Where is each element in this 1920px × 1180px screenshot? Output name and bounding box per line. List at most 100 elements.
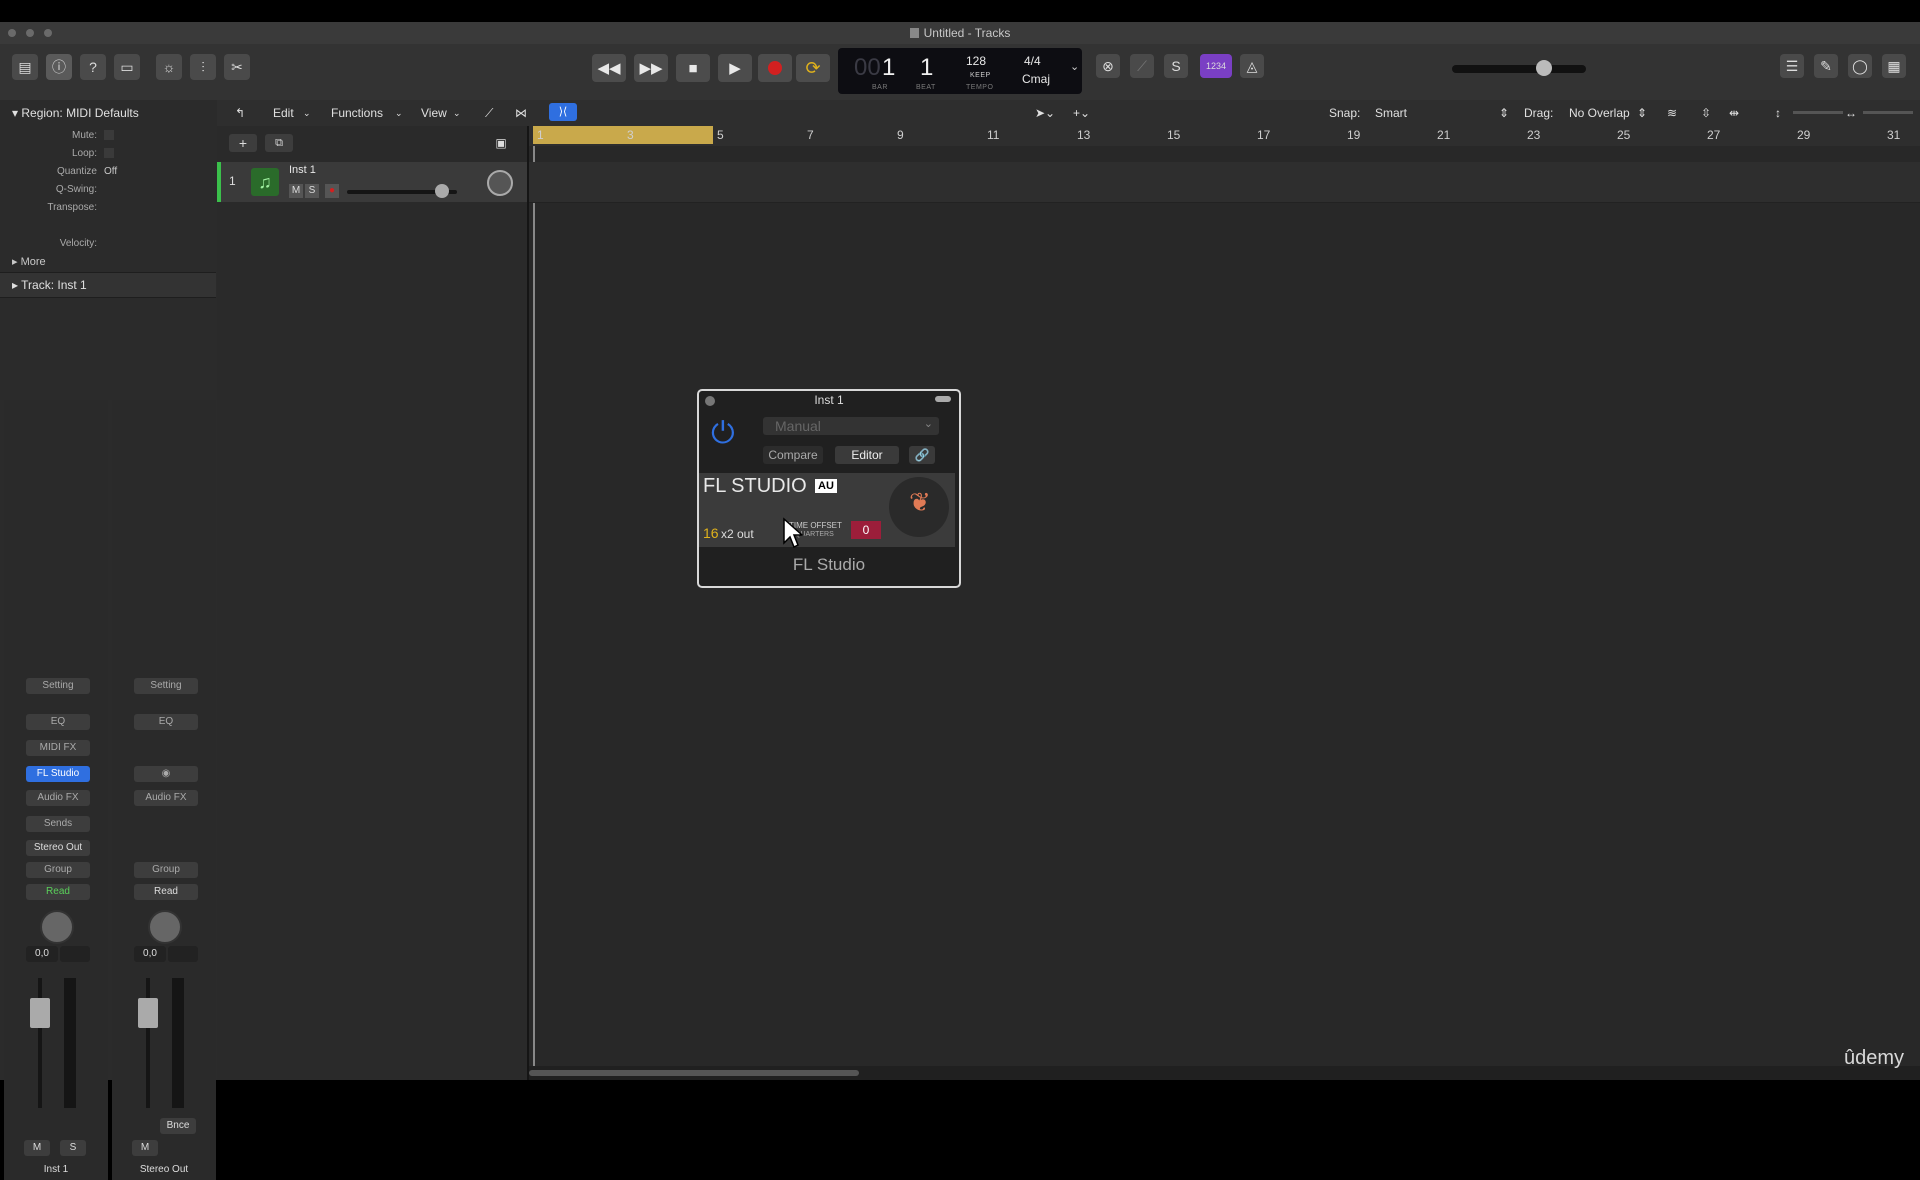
functions-menu[interactable]: Functions (331, 106, 383, 120)
smart-controls-button[interactable]: ☼ (156, 54, 182, 80)
setting-button[interactable]: Setting (134, 678, 198, 694)
eq-button[interactable]: EQ (26, 714, 90, 730)
horizontal-scrollbar[interactable] (529, 1066, 1920, 1080)
power-icon[interactable]: ⏻ (711, 417, 735, 451)
vertical-zoom-slider[interactable] (1793, 111, 1843, 114)
mute-button[interactable]: M (132, 1140, 158, 1156)
cycle-region[interactable] (533, 126, 713, 144)
quantize-select[interactable]: Off (104, 166, 117, 177)
pan-knob[interactable] (148, 910, 182, 944)
vertical-zoom-icon[interactable]: ↕ (1775, 106, 1781, 120)
midi-fx-slot[interactable]: MIDI FX (26, 740, 90, 756)
track-record-button[interactable]: ● (325, 184, 339, 198)
solo-button[interactable]: S (1164, 54, 1188, 78)
audio-fx-slot[interactable]: Audio FX (26, 790, 90, 806)
automation-mode[interactable]: Read (26, 884, 90, 900)
stop-button[interactable]: ■ (676, 54, 710, 82)
mixer-button[interactable]: ⫶ (190, 54, 216, 80)
drag-select[interactable]: No Overlap (1569, 106, 1630, 120)
compare-button[interactable]: Compare (763, 446, 823, 464)
plugin-window[interactable]: Inst 1 ⏻ Manual ⌄ Compare Editor 🔗 FL ST… (697, 389, 961, 588)
flex-icon[interactable]: ⋈ (515, 106, 527, 120)
track-solo-button[interactable]: S (305, 184, 319, 198)
fit-vertical-icon[interactable]: ⇳ (1701, 106, 1711, 120)
link-icon[interactable]: ◉ (134, 766, 198, 782)
loop-browser-button[interactable]: ◯ (1848, 54, 1872, 78)
track-section-header[interactable]: ▸ Track: Inst 1 (0, 272, 216, 298)
setting-button[interactable]: Setting (26, 678, 90, 694)
cycle-button[interactable]: ⟳ (796, 54, 830, 82)
master-volume-slider[interactable] (1452, 60, 1586, 76)
volume-fader-handle[interactable] (138, 998, 158, 1028)
group-slot[interactable]: Group (134, 862, 198, 878)
preset-select[interactable]: Manual ⌄ (763, 417, 939, 435)
region-section-header[interactable]: ▾ Region: MIDI Defaults (12, 106, 139, 120)
arrange-area[interactable]: 1 3 5 7 9 11 13 15 17 19 21 23 25 27 29 … (529, 126, 1920, 1080)
edit-menu[interactable]: Edit (273, 106, 294, 120)
rewind-button[interactable]: ◀◀ (592, 54, 626, 82)
browsers-button[interactable]: ▦ (1882, 54, 1906, 78)
audio-fx-slot[interactable]: Audio FX (134, 790, 198, 806)
bar-ruler[interactable]: 1 3 5 7 9 11 13 15 17 19 21 23 25 27 29 … (529, 126, 1920, 146)
pointer-tool-icon[interactable]: ➤⌄ (1035, 106, 1055, 120)
horizontal-zoom-icon[interactable]: ↔ (1845, 106, 1857, 120)
back-arrow-icon[interactable]: ↰ (235, 106, 245, 120)
waveform-zoom-icon[interactable]: ≋ (1667, 106, 1677, 120)
editors-button[interactable]: ✂ (224, 54, 250, 80)
fit-horizontal-icon[interactable]: ⇹ (1729, 106, 1739, 120)
metronome-button[interactable]: ◬ (1240, 54, 1264, 78)
eq-button[interactable]: EQ (134, 714, 198, 730)
secondary-tool-icon[interactable]: +⌄ (1073, 106, 1090, 120)
lcd-display[interactable]: 00 1 BAR 1 BEAT 128 KEEP TEMPO 4/4 Cmaj (838, 48, 1082, 94)
track-lane[interactable] (529, 162, 1920, 203)
editor-select[interactable]: Editor (835, 446, 899, 464)
solo-button[interactable]: S (60, 1140, 86, 1156)
track-volume-handle[interactable] (435, 184, 449, 198)
list-editors-button[interactable]: ☰ (1780, 54, 1804, 78)
ruler-mark: 17 (1257, 128, 1271, 142)
mute-button[interactable]: M (24, 1140, 50, 1156)
mute-checkbox[interactable] (104, 130, 114, 140)
link-icon[interactable]: 🔗 (909, 446, 935, 464)
duplicate-track-button[interactable]: ⧉ (265, 134, 293, 152)
snap-select[interactable]: Smart (1375, 106, 1407, 120)
fast-forward-button[interactable]: ▶▶ (634, 54, 668, 82)
playhead[interactable] (533, 146, 535, 1074)
track-name[interactable]: Inst 1 (289, 164, 316, 176)
group-slot[interactable]: Group (26, 862, 90, 878)
track-mute-button[interactable]: M (289, 184, 303, 198)
library-button[interactable]: ▤ (12, 54, 38, 80)
catch-playhead-button[interactable]: ⟩⟨ (549, 103, 577, 121)
plugin-minimize-button[interactable] (935, 396, 951, 402)
loop-checkbox[interactable] (104, 148, 114, 158)
sends-slot[interactable]: Sends (26, 816, 90, 832)
quick-help-button[interactable]: ? (80, 54, 106, 80)
count-in-button[interactable]: 1234 (1200, 54, 1232, 78)
automation-mode[interactable]: Read (134, 884, 198, 900)
scrollbar-thumb[interactable] (529, 1070, 859, 1076)
lcd-menu-chevron-icon[interactable]: ⌄ (1070, 60, 1079, 73)
note-pads-button[interactable]: ✎ (1814, 54, 1838, 78)
tuner-button[interactable]: ⟋ (1130, 54, 1154, 78)
bounce-button[interactable]: Bnce (160, 1118, 196, 1134)
time-offset-value[interactable]: 0 (851, 521, 881, 539)
horizontal-zoom-slider[interactable] (1863, 111, 1913, 114)
view-menu[interactable]: View (421, 106, 447, 120)
pan-knob[interactable] (40, 910, 74, 944)
play-button[interactable]: ▶ (718, 54, 752, 82)
volume-fader-handle[interactable] (30, 998, 50, 1028)
drag-label: Drag: (1524, 106, 1554, 120)
more-disclosure[interactable]: ▸ More (12, 255, 46, 268)
toolbar-button[interactable]: ▭ (114, 54, 140, 80)
output-slot[interactable]: Stereo Out (26, 840, 90, 856)
record-button[interactable] (758, 54, 792, 82)
replace-button[interactable]: ⊗ (1096, 54, 1120, 78)
instrument-slot-fl-studio[interactable]: FL Studio (26, 766, 90, 782)
global-tracks-icon[interactable]: ▣ (491, 134, 511, 152)
track-pan-knob[interactable] (487, 170, 513, 196)
add-track-button[interactable]: + (229, 134, 257, 152)
master-volume-knob[interactable] (1536, 60, 1552, 76)
automation-icon[interactable]: ⟋ (485, 106, 493, 121)
inspector-button[interactable]: ⓘ (46, 54, 72, 80)
track-row[interactable]: 1 ♫ Inst 1 M S ● (217, 162, 527, 202)
